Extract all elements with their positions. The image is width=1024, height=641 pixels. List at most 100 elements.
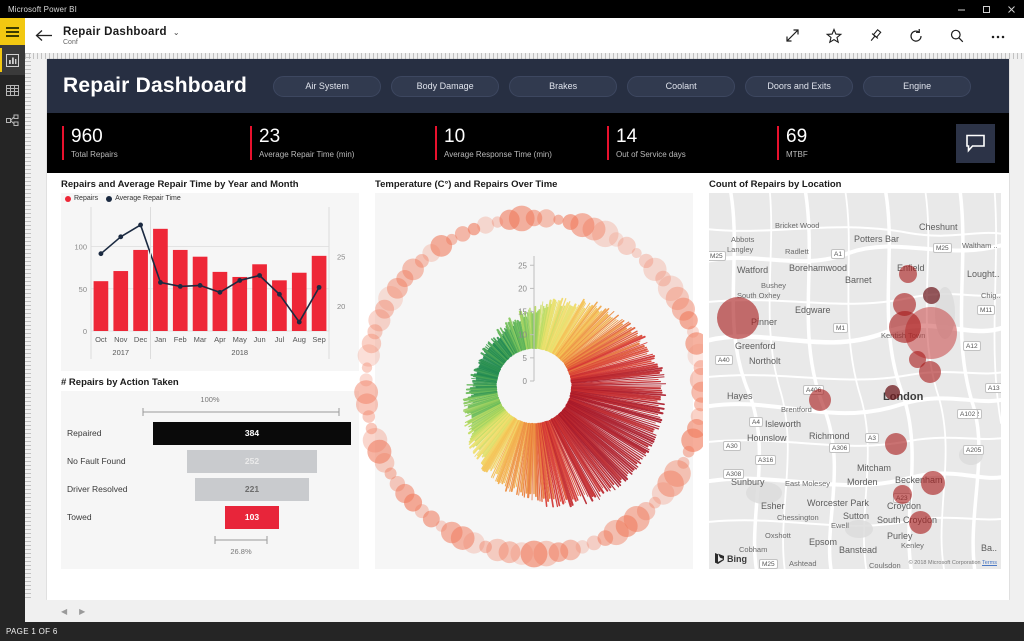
map-bubble[interactable] — [899, 265, 917, 283]
kpi-card-average-response-time[interactable]: 10 Average Response Time (min) — [420, 126, 592, 160]
funnel-row-towed[interactable]: Towed 103 — [61, 503, 359, 531]
nav-button-brakes[interactable]: Brakes — [509, 76, 617, 97]
map-label: Barnet — [845, 275, 872, 285]
svg-text:20: 20 — [518, 284, 527, 293]
bing-logo[interactable]: Bing — [714, 552, 747, 565]
kpi-strip: 960 Total Repairs 23 Average Repair Time… — [47, 113, 1009, 173]
road-shield: A40 — [715, 355, 733, 365]
funnel-row-driver-resolved[interactable]: Driver Resolved 221 — [61, 475, 359, 503]
maximize-icon[interactable] — [974, 0, 999, 18]
map-label: Worcester Park — [807, 498, 869, 508]
kpi-card-total-repairs[interactable]: 960 Total Repairs — [47, 126, 235, 160]
svg-text:15: 15 — [518, 308, 527, 317]
map-bubble[interactable] — [885, 385, 900, 400]
radial-chart-svg: 0510152025 — [375, 193, 693, 569]
bing-b-icon — [714, 552, 725, 565]
report-header: Repair Dashboard ⌄ Conf — [25, 18, 1024, 53]
model-relationships-icon[interactable] — [0, 105, 25, 135]
kpi-accent-bar — [250, 126, 252, 160]
legend-swatch-repairs — [65, 196, 71, 202]
kpi-label: Average Response Time (min) — [444, 150, 552, 159]
kpi-label: Total Repairs — [71, 150, 118, 159]
hamburger-menu-icon[interactable] — [0, 18, 25, 45]
funnel-row-no-fault-found[interactable]: No Fault Found 252 — [61, 447, 359, 475]
legend-item-average-repair-time: Average Repair Time — [106, 195, 181, 202]
road-shield: A316 — [755, 455, 776, 465]
funnel-row-repaired[interactable]: Repaired 384 — [61, 419, 359, 447]
map-bubble[interactable] — [885, 433, 907, 455]
nav-button-coolant[interactable]: Coolant — [627, 76, 735, 97]
comment-bubble-icon[interactable] — [956, 124, 995, 163]
map-label: Hayes — [727, 391, 753, 401]
favorite-star-icon[interactable] — [813, 18, 854, 53]
visual-title: Count of Repairs by Location — [703, 175, 1003, 194]
road-shield: M25 — [759, 559, 778, 569]
visual-repairs-combo-chart[interactable]: Repairs and Average Repair Time by Year … — [55, 175, 365, 371]
kpi-card-average-repair-time[interactable]: 23 Average Repair Time (min) — [235, 126, 420, 160]
map-label: East Molesey — [785, 479, 830, 488]
more-options-icon[interactable] — [977, 18, 1018, 53]
chevron-down-icon[interactable]: ⌄ — [173, 28, 180, 37]
svg-text:Jun: Jun — [254, 335, 266, 344]
map-copyright: © 2018 Microsoft Corporation — [909, 560, 981, 566]
map-bubble[interactable] — [717, 297, 759, 339]
funnel-category-label: Driver Resolved — [61, 484, 145, 494]
visual-title: Temperature (C°) and Repairs Over Time — [369, 175, 699, 194]
kpi-card-mtbf[interactable]: 69 MTBF — [762, 126, 808, 160]
visual-temperature-radial[interactable]: Temperature (C°) and Repairs Over Time 0… — [369, 175, 699, 569]
visual-repairs-map[interactable]: Count of Repairs by Location — [703, 175, 1003, 569]
pin-icon[interactable] — [854, 18, 895, 53]
status-bar: PAGE 1 OF 6 — [0, 622, 1024, 641]
visual-repairs-by-action-taken[interactable]: # Repairs by Action Taken 100% Repaired — [55, 373, 365, 569]
report-chart-icon[interactable] — [0, 45, 25, 75]
funnel-bar-value: 384 — [153, 422, 351, 445]
road-shield: M25 — [709, 251, 726, 261]
next-page-arrow[interactable]: ▶ — [79, 607, 85, 616]
visuals-container: Repairs and Average Repair Time by Year … — [47, 173, 1009, 600]
map-bubble[interactable] — [889, 311, 921, 343]
kpi-card-out-of-service-days[interactable]: 14 Out of Service days — [592, 126, 762, 160]
svg-text:0: 0 — [83, 327, 87, 336]
kpi-value: 69 — [786, 127, 808, 147]
map-label: Langley — [727, 245, 753, 254]
minimize-icon[interactable] — [949, 0, 974, 18]
nav-button-body-damage[interactable]: Body Damage — [391, 76, 499, 97]
road-shield: A102 — [957, 409, 978, 419]
kpi-accent-bar — [607, 126, 609, 160]
nav-button-engine[interactable]: Engine — [863, 76, 971, 97]
refresh-icon[interactable] — [895, 18, 936, 53]
svg-text:25: 25 — [518, 261, 527, 270]
nav-button-doors-and-exits[interactable]: Doors and Exits — [745, 76, 853, 97]
map-bubble[interactable] — [909, 511, 932, 534]
map-bubble[interactable] — [921, 471, 945, 495]
funnel-bottom-bracket — [213, 535, 269, 545]
kpi-accent-bar — [777, 126, 779, 160]
map-bubble[interactable] — [809, 389, 831, 411]
funnel-category-label: Repaired — [61, 428, 145, 438]
svg-text:Jul: Jul — [275, 335, 285, 344]
map-label: Banstead — [839, 545, 877, 555]
kpi-accent-bar — [435, 126, 437, 160]
map-bubble[interactable] — [923, 287, 940, 304]
kpi-value: 14 — [616, 127, 686, 147]
close-icon[interactable] — [999, 0, 1024, 18]
fullscreen-icon[interactable] — [772, 18, 813, 53]
map-bubble[interactable] — [893, 485, 912, 504]
map-bubble[interactable] — [919, 361, 941, 383]
bing-basemap[interactable]: Bricket Wood Abbots Langley Radlett Pott… — [709, 193, 1001, 569]
nav-button-air-system[interactable]: Air System — [273, 76, 381, 97]
map-label: Waltham .. — [962, 241, 998, 250]
svg-text:Jan: Jan — [154, 335, 166, 344]
power-bi-window: Microsoft Power BI — [0, 0, 1024, 641]
road-shield: A3 — [865, 433, 879, 443]
map-terms-link[interactable]: Terms — [982, 560, 997, 566]
app-title: Microsoft Power BI — [0, 5, 77, 14]
map-plot-area[interactable]: Bricket Wood Abbots Langley Radlett Pott… — [709, 193, 1001, 569]
search-icon[interactable] — [936, 18, 977, 53]
back-arrow-icon[interactable] — [25, 29, 63, 42]
data-table-icon[interactable] — [0, 75, 25, 105]
map-label: Lought.. — [967, 269, 1000, 279]
map-label: Borehamwood — [789, 263, 847, 273]
map-label: Coulsdon — [869, 561, 901, 569]
prev-page-arrow[interactable]: ◀ — [61, 607, 67, 616]
